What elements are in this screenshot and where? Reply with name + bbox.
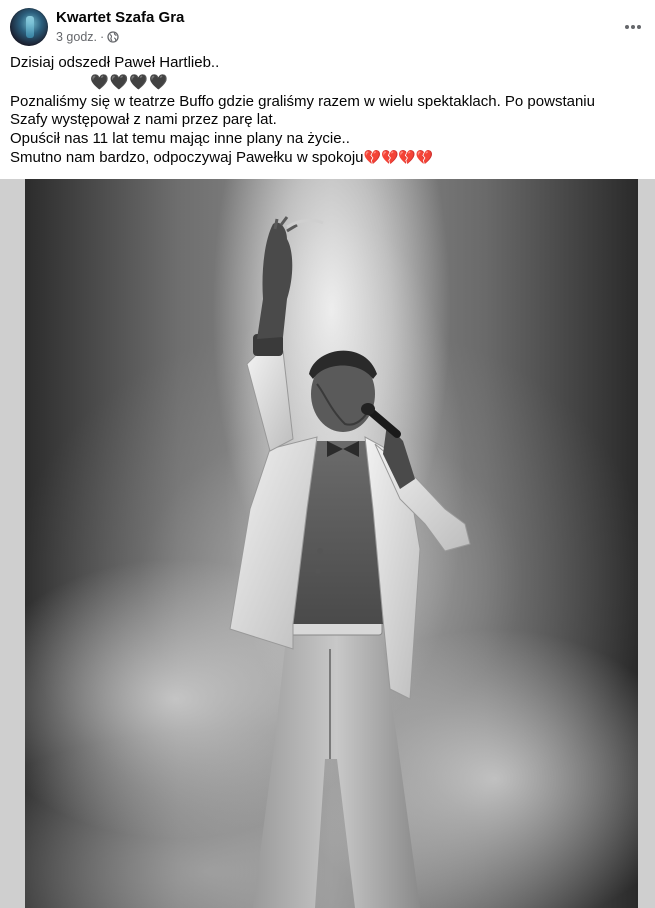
facebook-post: Kwartet Szafa Gra 3 godz. · Dzisiaj odsz… (0, 0, 655, 908)
more-dots-icon (624, 17, 642, 35)
broken-hearts-group: 💔 💔 💔 💔 (364, 148, 434, 166)
broken-heart-emoji: 💔 (363, 149, 381, 165)
post-photo-frame (0, 179, 655, 908)
black-heart-emoji: 🖤 (90, 73, 109, 91)
post-timestamp[interactable]: 3 godz. (56, 30, 97, 44)
post-line-4-text: Smutno nam bardzo, odpoczywaj Pawełku w … (10, 149, 364, 166)
black-heart-emoji: 🖤 (109, 73, 129, 91)
black-hearts-row: 🖤 🖤 🖤 🖤 (10, 73, 630, 93)
broken-heart-emoji: 💔 (380, 149, 399, 165)
black-heart-emoji: 🖤 (129, 73, 149, 91)
post-line-1: Dzisiaj odszedł Paweł Hartlieb.. (10, 54, 220, 71)
post-photo[interactable] (25, 179, 638, 908)
page-name-link[interactable]: Kwartet Szafa Gra (56, 9, 184, 26)
globe-icon[interactable] (107, 31, 119, 43)
post-text: Dzisiaj odszedł Paweł Hartlieb.. 🖤 🖤 🖤 🖤… (10, 54, 630, 168)
broken-heart-emoji: 💔 (398, 149, 416, 165)
post-line-3: Opuścił nas 11 lat temu mając inne plany… (10, 129, 350, 147)
post-header: Kwartet Szafa Gra 3 godz. · (0, 0, 655, 52)
post-line-2: Poznaliśmy się w teatrze Buffo gdzie gra… (10, 92, 595, 129)
post-meta: 3 godz. · (56, 30, 119, 44)
broken-heart-emoji: 💔 (415, 149, 434, 165)
page-avatar[interactable] (10, 8, 48, 46)
black-heart-emoji: 🖤 (149, 73, 168, 91)
post-line-4: Smutno nam bardzo, odpoczywaj Pawełku w … (10, 148, 630, 168)
meta-separator: · (100, 30, 105, 44)
performer-on-stage-photo (25, 216, 638, 908)
more-options-button[interactable] (619, 12, 647, 40)
